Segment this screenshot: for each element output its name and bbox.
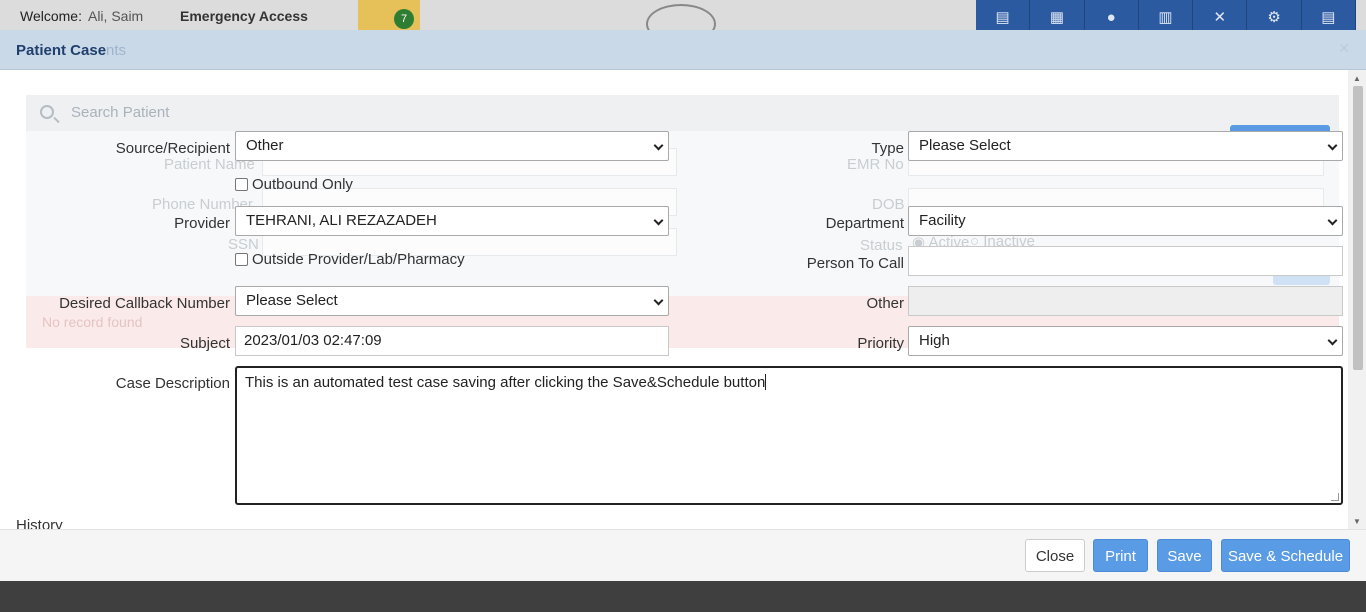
welcome-label: Welcome: bbox=[20, 8, 82, 24]
notification-badge: 7 bbox=[394, 9, 414, 29]
scroll-down-icon[interactable]: ▼ bbox=[1353, 517, 1361, 526]
print-button[interactable]: Print bbox=[1093, 539, 1148, 572]
reports-icon[interactable]: ▤ bbox=[1302, 0, 1356, 32]
department-select[interactable]: Facility bbox=[908, 206, 1343, 236]
modal-title-ghost: nts bbox=[106, 42, 127, 59]
priority-value: High bbox=[919, 332, 950, 349]
chevron-down-icon bbox=[1327, 140, 1338, 151]
save-schedule-button[interactable]: Save & Schedule bbox=[1221, 539, 1350, 572]
provider-value: TEHRANI, ALI REZAZADEH bbox=[246, 212, 437, 229]
modal-title: Patient Casents bbox=[16, 42, 126, 59]
documents-icon[interactable]: ▤ bbox=[976, 0, 1031, 32]
calendar-icon[interactable]: ▦ bbox=[1030, 0, 1085, 32]
type-label: Type bbox=[871, 140, 904, 157]
priority-select[interactable]: High bbox=[908, 326, 1343, 356]
patient-icon[interactable]: ● bbox=[1085, 0, 1139, 32]
outbound-only-box[interactable] bbox=[235, 178, 248, 191]
close-icon[interactable]: ✕ bbox=[1338, 40, 1350, 57]
resize-handle-icon[interactable] bbox=[1331, 493, 1339, 501]
text-cursor bbox=[765, 374, 767, 390]
person-to-call-label: Person To Call bbox=[806, 255, 904, 272]
provider-label: Provider bbox=[174, 215, 230, 232]
provider-select[interactable]: TEHRANI, ALI REZAZADEH bbox=[235, 206, 669, 236]
chevron-down-icon bbox=[653, 215, 664, 226]
desired-callback-value: Please Select bbox=[246, 292, 338, 309]
source-recipient-label: Source/Recipient bbox=[115, 140, 230, 157]
settings-icon[interactable]: ⚙ bbox=[1247, 0, 1302, 32]
ghost-emr-no-label: EMR No bbox=[847, 156, 904, 173]
source-recipient-value: Other bbox=[246, 137, 284, 154]
priority-label: Priority bbox=[857, 335, 904, 352]
modal-scrollbar[interactable]: ▲ ▼ bbox=[1348, 70, 1366, 530]
scrollbar-thumb[interactable] bbox=[1353, 86, 1363, 370]
scroll-up-icon[interactable]: ▲ bbox=[1353, 74, 1361, 83]
app-header-bar: Welcome: Ali, Saim Emergency Access 7 ▤ … bbox=[0, 0, 1366, 44]
case-description-label: Case Description bbox=[115, 375, 230, 392]
patient-search-input[interactable]: Search Patient bbox=[26, 95, 1339, 131]
desired-callback-label: Desired Callback Number bbox=[59, 295, 230, 312]
department-label: Department bbox=[825, 215, 904, 232]
save-button[interactable]: Save bbox=[1157, 539, 1212, 572]
type-select[interactable]: Please Select bbox=[908, 131, 1343, 161]
main-toolbar: ▤ ▦ ● ▥ ✕ ⚙ ▤ bbox=[976, 0, 1356, 32]
chevron-down-icon bbox=[653, 140, 664, 151]
chevron-down-icon bbox=[1327, 335, 1338, 346]
modal-body: Search Patient Patient Name EMR No Phone… bbox=[0, 70, 1348, 530]
other-label: Other bbox=[866, 295, 904, 312]
source-recipient-select[interactable]: Other bbox=[235, 131, 669, 161]
modal-footer: Close Print Save Save & Schedule bbox=[0, 529, 1366, 581]
modal-title-text: Patient Case bbox=[16, 42, 107, 59]
chevron-down-icon bbox=[1327, 215, 1338, 226]
case-description-textarea[interactable]: This is an automated test case saving af… bbox=[235, 366, 1343, 505]
tools-icon[interactable]: ✕ bbox=[1193, 0, 1248, 32]
subject-input[interactable]: 2023/01/03 02:47:09 bbox=[235, 326, 669, 356]
ghost-dob-label: DOB bbox=[872, 196, 905, 213]
outside-provider-box[interactable] bbox=[235, 253, 248, 266]
clipboard-icon[interactable]: ▥ bbox=[1139, 0, 1194, 32]
patient-case-modal: Patient Casents ✕ Search Patient Patient… bbox=[0, 30, 1366, 581]
ghost-status-label: Status bbox=[860, 237, 903, 254]
close-button[interactable]: Close bbox=[1025, 539, 1085, 572]
search-icon bbox=[40, 105, 54, 119]
other-input[interactable] bbox=[908, 286, 1343, 316]
modal-header: Patient Casents ✕ bbox=[0, 30, 1366, 70]
tasks-icon[interactable]: 7 bbox=[358, 0, 420, 32]
subject-label: Subject bbox=[179, 335, 230, 352]
chevron-down-icon bbox=[653, 295, 664, 306]
person-to-call-input[interactable] bbox=[908, 246, 1343, 276]
emergency-access-menu[interactable]: Emergency Access bbox=[180, 8, 308, 24]
outside-provider-checkbox[interactable]: Outside Provider/Lab/Pharmacy bbox=[235, 251, 465, 268]
outbound-only-label: Outbound Only bbox=[252, 176, 353, 193]
welcome-text: Welcome: Ali, Saim bbox=[20, 8, 143, 24]
type-value: Please Select bbox=[919, 137, 1011, 154]
outside-provider-label: Outside Provider/Lab/Pharmacy bbox=[252, 251, 465, 268]
user-name[interactable]: Ali, Saim bbox=[88, 8, 143, 24]
outbound-only-checkbox[interactable]: Outbound Only bbox=[235, 176, 353, 193]
desired-callback-select[interactable]: Please Select bbox=[235, 286, 669, 316]
case-description-text: This is an automated test case saving af… bbox=[245, 374, 766, 391]
department-value: Facility bbox=[919, 212, 966, 229]
patient-search-placeholder: Search Patient bbox=[71, 104, 170, 121]
